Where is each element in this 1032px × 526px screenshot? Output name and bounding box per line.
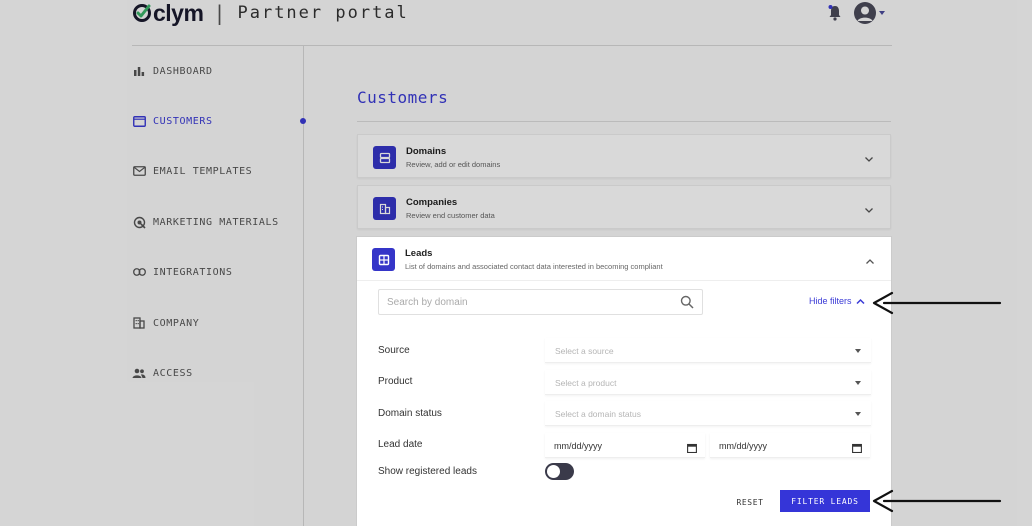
toggle-knob — [547, 465, 560, 478]
notification-bell-icon[interactable] — [827, 4, 843, 22]
portal-subtitle: Partner portal — [237, 3, 409, 23]
source-select[interactable]: Select a source — [545, 338, 871, 363]
panel-title: Domains — [406, 146, 447, 157]
filter-leads-button[interactable]: FILTER LEADS — [780, 490, 870, 512]
brand-separator: | — [213, 1, 226, 25]
hide-filters-toggle[interactable]: Hide filters — [809, 296, 865, 306]
search-box — [378, 289, 703, 315]
domain-status-select[interactable]: Select a domain status — [545, 401, 871, 426]
domains-panel-header[interactable]: Domains Review, add or edit domains — [358, 135, 890, 179]
sidebar-item-label: COMPANY — [153, 317, 200, 329]
date-to-text: mm/dd/yyyy — [719, 441, 768, 451]
sidebar-nav: DASHBOARD CUSTOMERS EMAIL TEMPLATES MARK… — [132, 46, 306, 526]
sidebar-item-label: MARKETING MATERIALS — [153, 216, 279, 228]
clym-logo-icon — [132, 3, 152, 23]
source-placeholder: Select a source — [555, 346, 614, 356]
folder-icon — [132, 114, 146, 128]
companies-panel: Companies Review end customer data — [357, 185, 891, 229]
title-divider — [357, 121, 891, 122]
sidebar-item-integrations[interactable]: INTEGRATIONS — [132, 262, 232, 282]
hide-filters-label: Hide filters — [809, 296, 852, 306]
product-label: Product — [378, 376, 413, 387]
product-placeholder: Select a product — [555, 378, 617, 388]
sidebar-item-label: INTEGRATIONS — [153, 266, 233, 278]
brand-name: clym — [153, 0, 204, 26]
chevron-up-icon[interactable] — [865, 254, 875, 264]
building-icon — [132, 316, 146, 330]
product-select[interactable]: Select a product — [545, 370, 871, 395]
panel-subtitle: List of domains and associated contact d… — [405, 262, 663, 271]
link-icon — [132, 265, 146, 279]
sidebar-item-label: CUSTOMERS — [153, 115, 213, 127]
annotation-arrow-icon — [870, 487, 1004, 520]
leads-panel: Leads List of domains and associated con… — [357, 237, 891, 526]
sidebar-item-company[interactable]: COMPANY — [132, 313, 199, 333]
megaphone-icon — [132, 215, 146, 229]
sidebar-item-marketing-materials[interactable]: MARKETING MATERIALS — [132, 212, 279, 232]
show-registered-leads-toggle[interactable] — [545, 463, 574, 480]
source-label: Source — [378, 345, 410, 356]
reset-button[interactable]: RESET — [730, 492, 770, 512]
chevron-down-icon[interactable] — [864, 151, 874, 162]
dropdown-arrow-icon — [855, 412, 861, 416]
dropdown-arrow-icon — [855, 349, 861, 353]
building-icon — [373, 197, 396, 220]
people-icon — [132, 366, 146, 380]
brand-logo[interactable]: clym | Partner portal — [132, 0, 409, 26]
page-title: Customers — [357, 88, 449, 107]
domains-panel: Domains Review, add or edit domains — [357, 134, 891, 178]
sidebar-item-label: EMAIL TEMPLATES — [153, 165, 253, 177]
grid-icon — [372, 248, 395, 271]
annotation-arrow-icon — [870, 289, 1004, 322]
sidebar-item-label: ACCESS — [153, 367, 193, 379]
domain-status-label: Domain status — [378, 408, 442, 419]
top-header: clym | Partner portal — [0, 0, 1032, 46]
lead-date-label: Lead date — [378, 439, 423, 450]
bar-chart-icon — [132, 64, 146, 78]
lead-date-from-input[interactable]: mm/dd/yyyy — [545, 433, 705, 458]
chevron-down-icon[interactable] — [864, 202, 874, 213]
mail-icon — [132, 164, 146, 178]
show-registered-leads-label: Show registered leads — [378, 466, 477, 477]
user-avatar-icon[interactable] — [854, 2, 876, 24]
server-icon — [373, 146, 396, 169]
sidebar-item-access[interactable]: ACCESS — [132, 363, 193, 383]
panel-title: Leads — [405, 248, 433, 259]
date-from-text: mm/dd/yyyy — [554, 441, 603, 451]
leads-panel-header[interactable]: Leads List of domains and associated con… — [357, 237, 891, 281]
sidebar-item-email-templates[interactable]: EMAIL TEMPLATES — [132, 161, 252, 181]
sidebar-item-label: DASHBOARD — [153, 65, 213, 77]
companies-panel-header[interactable]: Companies Review end customer data — [358, 186, 890, 230]
domain-status-placeholder: Select a domain status — [555, 409, 641, 419]
calendar-icon[interactable] — [852, 440, 862, 454]
panel-subtitle: Review end customer data — [406, 211, 495, 220]
search-icon[interactable] — [680, 295, 694, 309]
calendar-icon[interactable] — [687, 440, 697, 454]
sidebar-item-dashboard[interactable]: DASHBOARD — [132, 61, 213, 81]
dropdown-arrow-icon — [855, 381, 861, 385]
sidebar-item-customers[interactable]: CUSTOMERS — [132, 111, 213, 131]
panel-subtitle: Review, add or edit domains — [406, 160, 501, 169]
account-menu-caret-icon[interactable] — [879, 11, 885, 15]
search-input[interactable] — [379, 290, 669, 314]
lead-date-to-input[interactable]: mm/dd/yyyy — [710, 433, 870, 458]
panel-title: Companies — [406, 197, 458, 208]
active-indicator-dot — [300, 118, 306, 124]
chevron-up-icon — [855, 298, 865, 305]
